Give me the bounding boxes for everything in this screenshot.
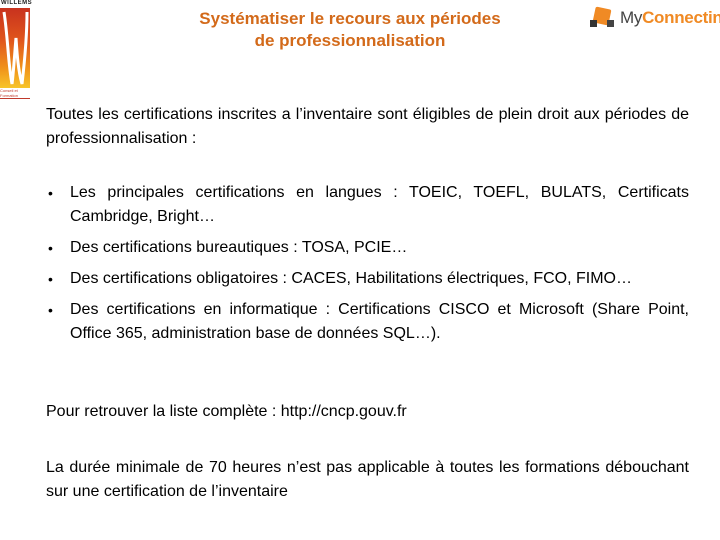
list-item: • Des certifications en informatique : Ce… [46, 298, 689, 346]
list-item: • Des certifications bureautiques : TOSA,… [46, 236, 689, 260]
list-item-text: Des certifications obligatoires : CACES,… [70, 270, 632, 287]
myconnecting-logo: MyConnecting [588, 6, 720, 30]
page-title: Systématiser le recours aux périodes de … [140, 8, 560, 52]
full-list-reference: Pour retrouver la liste complète : http:… [46, 403, 407, 420]
willems-logo: WILLEMS Conseil et Formation [0, 0, 33, 99]
brand-main: Connecting [642, 8, 720, 27]
willems-brand-text: WILLEMS [1, 0, 33, 6]
myconnecting-brand: MyConnecting [620, 8, 720, 28]
title-line-2: de professionnalisation [254, 31, 446, 50]
footer-note: La durée minimale de 70 heures n’est pas… [46, 459, 689, 500]
brand-prefix: My [620, 8, 643, 27]
willems-subtitle: Conseil et Formation [0, 88, 30, 99]
certification-list: • Les principales certifications en langu… [46, 181, 689, 353]
bullet-icon: • [48, 185, 53, 201]
title-line-1: Systématiser le recours aux périodes [199, 9, 501, 28]
cube-icon [588, 6, 616, 30]
list-item-text: Des certifications en informatique : Cer… [70, 301, 689, 342]
list-item-text: Les principales certifications en langue… [70, 184, 689, 225]
list-item: • Des certifications obligatoires : CACES… [46, 267, 689, 291]
willems-w-icon [0, 8, 30, 88]
list-item: • Les principales certifications en langu… [46, 181, 689, 229]
bullet-icon: • [48, 271, 53, 287]
intro-paragraph: Toutes les certifications inscrites a l’… [46, 106, 689, 147]
bullet-icon: • [48, 302, 53, 318]
bullet-icon: • [48, 240, 53, 256]
list-item-text: Des certifications bureautiques : TOSA, … [70, 239, 408, 256]
